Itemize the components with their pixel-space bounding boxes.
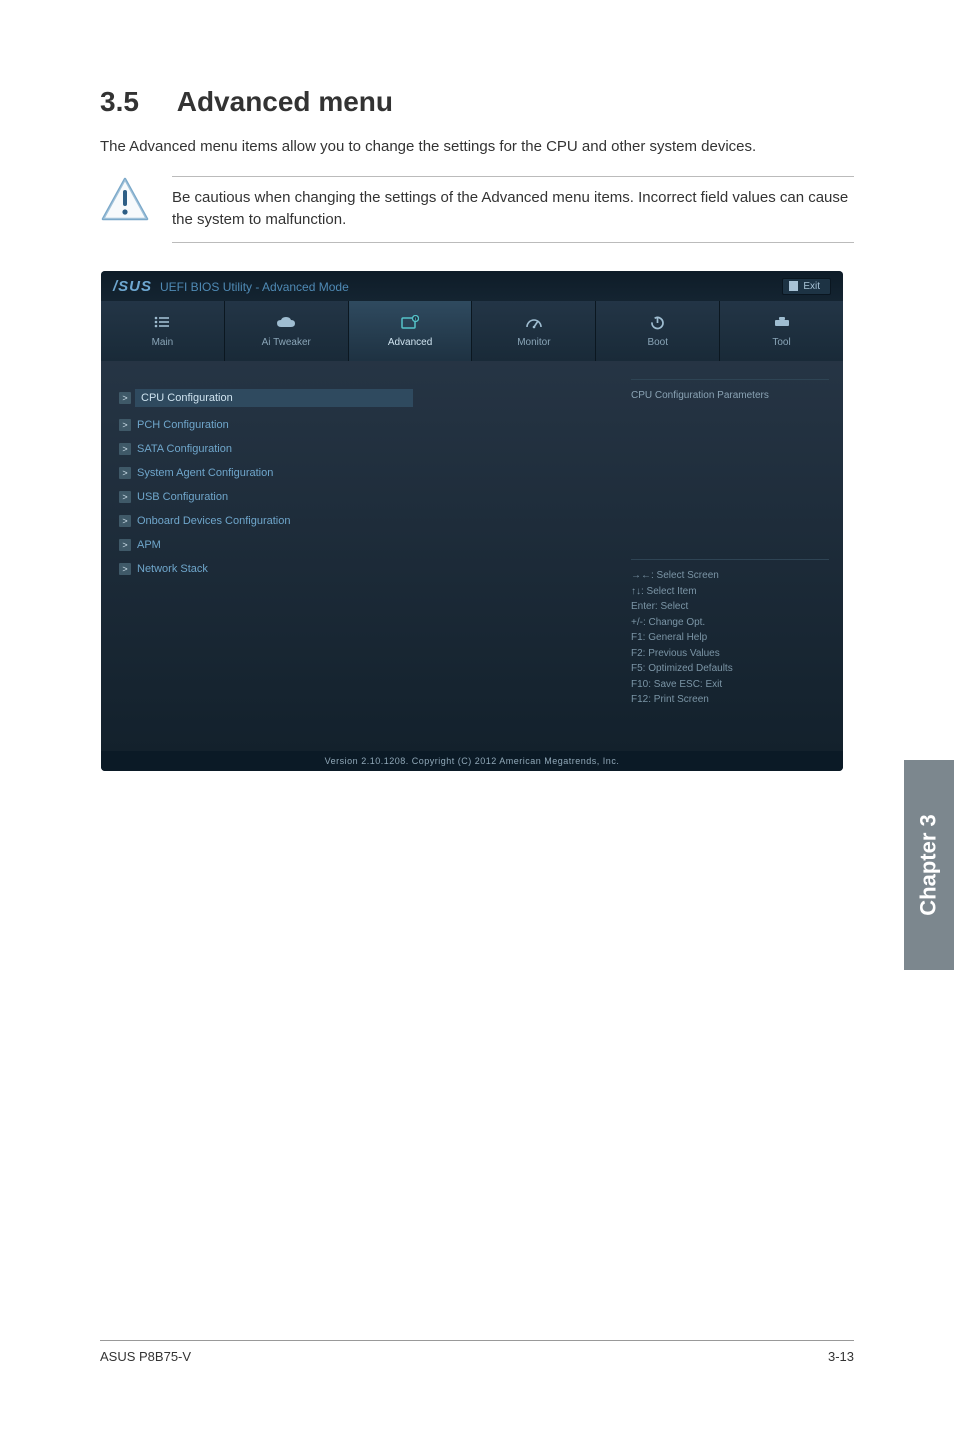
menu-label: PCH Configuration [137,419,229,431]
exit-label: Exit [803,281,820,292]
asus-logo: /SUS [113,278,152,295]
bios-tabs: Main Ai Tweaker i Advanced Monitor [101,301,843,361]
chip-icon: i [401,314,419,330]
menu-label: Onboard Devices Configuration [137,515,290,527]
tab-boot[interactable]: Boot [596,301,720,361]
menu-label: Network Stack [137,563,208,575]
tab-label: Boot [647,337,668,348]
chevron-right-icon: > [119,563,131,575]
footer-left: ASUS P8B75-V [100,1349,191,1364]
key-line: F5: Optimized Defaults [631,661,829,677]
menu-network-stack[interactable]: > Network Stack [119,563,599,575]
footer-right: 3-13 [828,1349,854,1364]
section-number: 3.5 [100,86,139,118]
intro-text: The Advanced menu items allow you to cha… [100,136,854,158]
cloud-icon [276,314,296,330]
chevron-right-icon: > [119,491,131,503]
menu-label: APM [137,539,161,551]
menu-cpu-configuration[interactable]: > CPU Configuration [119,389,599,407]
gauge-icon [525,314,543,330]
caution-text: Be cautious when changing the settings o… [172,176,854,244]
chapter-tab: Chapter 3 [904,760,954,970]
tab-main[interactable]: Main [101,301,225,361]
exit-icon [789,281,798,291]
menu-system-agent-configuration[interactable]: > System Agent Configuration [119,467,599,479]
section-heading: 3.5 Advanced menu [100,86,854,118]
help-title: CPU Configuration Parameters [631,379,829,559]
key-line: F2: Previous Values [631,646,829,662]
tab-advanced[interactable]: i Advanced [349,301,473,361]
key-line: +/-: Change Opt. [631,615,829,631]
bios-menu-list: > CPU Configuration > PCH Configuration … [101,361,617,751]
chevron-right-icon: > [119,443,131,455]
svg-text:i: i [415,317,416,322]
menu-label: SATA Configuration [137,443,232,455]
tab-tool[interactable]: Tool [720,301,843,361]
chevron-right-icon: > [119,539,131,551]
bios-logo-title: /SUS UEFI BIOS Utility - Advanced Mode [113,278,349,295]
menu-sata-configuration[interactable]: > SATA Configuration [119,443,599,455]
tab-label: Ai Tweaker [262,337,311,348]
chevron-right-icon: > [119,467,131,479]
key-line: Enter: Select [631,599,829,615]
section-title-text: Advanced menu [177,86,393,118]
chapter-tab-label: Chapter 3 [916,814,942,915]
key-line: ↑↓: Select Item [631,584,829,600]
bios-help-panel: CPU Configuration Parameters →←: Select … [617,361,843,751]
key-line: F12: Print Screen [631,692,829,708]
bios-screenshot: /SUS UEFI BIOS Utility - Advanced Mode E… [101,271,843,771]
key-line: →←: Select Screen [631,568,829,584]
power-icon [650,314,665,330]
menu-onboard-devices-configuration[interactable]: > Onboard Devices Configuration [119,515,599,527]
key-line: F10: Save ESC: Exit [631,677,829,693]
caution-icon [100,176,150,222]
tab-label: Tool [772,337,790,348]
tab-label: Advanced [388,337,432,348]
bios-titlebar: /SUS UEFI BIOS Utility - Advanced Mode E… [101,271,843,301]
tab-ai-tweaker[interactable]: Ai Tweaker [225,301,349,361]
menu-label: System Agent Configuration [137,467,273,479]
menu-label: USB Configuration [137,491,228,503]
list-icon [154,314,170,330]
tab-label: Monitor [517,337,550,348]
chevron-right-icon: > [119,515,131,527]
caution-box: Be cautious when changing the settings o… [100,176,854,244]
tool-icon [773,314,791,330]
chevron-right-icon: > [119,419,131,431]
key-line: F1: General Help [631,630,829,646]
menu-pch-configuration[interactable]: > PCH Configuration [119,419,599,431]
tab-monitor[interactable]: Monitor [472,301,596,361]
page-footer: ASUS P8B75-V 3-13 [100,1340,854,1364]
menu-label: CPU Configuration [135,389,413,407]
tab-label: Main [152,337,174,348]
exit-button[interactable]: Exit [782,278,831,295]
key-legend: →←: Select Screen ↑↓: Select Item Enter:… [631,559,829,708]
menu-apm[interactable]: > APM [119,539,599,551]
chevron-right-icon: > [119,392,131,404]
bios-footer: Version 2.10.1208. Copyright (C) 2012 Am… [101,751,843,771]
bios-title: UEFI BIOS Utility - Advanced Mode [160,280,349,294]
menu-usb-configuration[interactable]: > USB Configuration [119,491,599,503]
